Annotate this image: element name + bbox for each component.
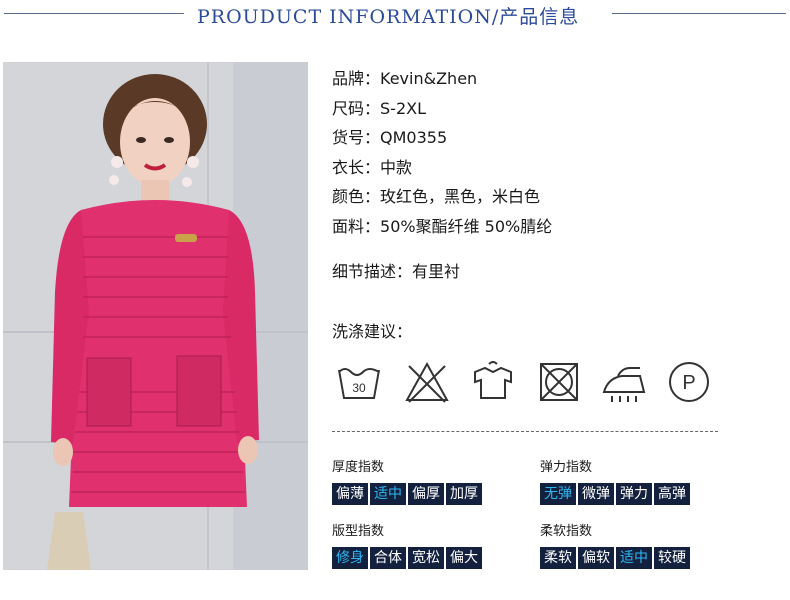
thickness-options: 偏薄 适中 偏厚 加厚 [332,483,482,505]
index-option: 微弹 [578,483,614,505]
index-option: 高弹 [654,483,690,505]
iron-icon [602,367,646,402]
info-row-size: 尺码：S-2XL [332,94,552,124]
info-value: QM0355 [380,128,448,147]
info-value: 玫红色，黑色，米白色 [380,187,541,206]
wash-30-icon: 30 [338,368,380,399]
hang-dry-icon [474,361,512,399]
softness-index: 柔软指数 柔软 偏软 适中 较硬 [540,520,690,569]
info-row-fabric: 面料：50%聚酯纤维 50%腈纶 [332,212,552,242]
dryclean-letter: P [682,372,695,394]
index-option: 柔软 [540,547,576,569]
detail-label: 细节描述： [332,262,413,281]
index-option: 合体 [370,547,406,569]
index-option-selected: 适中 [370,483,406,505]
info-value: 中款 [380,157,413,177]
index-option: 弹力 [616,483,652,505]
index-label: 厚度指数 [332,460,385,475]
elasticity-options: 无弹 微弹 弹力 高弹 [540,483,690,505]
index-option: 偏厚 [408,483,444,505]
no-bleach-icon [405,361,449,403]
index-option-selected: 无弹 [540,483,576,505]
index-label: 版型指数 [332,524,385,539]
info-label: 衣长： [332,157,381,177]
index-option: 加厚 [446,483,482,505]
index-option-selected: 修身 [332,547,368,569]
detail-value: 有里衬 [412,262,461,281]
elasticity-index: 弹力指数 无弹 微弹 弹力 高弹 [540,456,690,505]
info-value: Kevin&Zhen [380,69,478,88]
fit-index: 版型指数 修身 合体 宽松 偏大 [332,520,482,569]
model-illustration [3,62,308,570]
info-label: 面料： [332,216,381,236]
index-label: 弹力指数 [540,460,593,475]
info-row-color: 颜色：玫红色，黑色，米白色 [332,182,552,212]
section-header: PROUDUCT INFORMATION/产品信息 [0,0,790,30]
index-option: 宽松 [408,547,444,569]
care-icons: 30 P [335,358,715,408]
index-option: 偏薄 [332,483,368,505]
info-row-brand: 品牌：Kevin&Zhen [332,64,552,94]
thickness-index: 厚度指数 偏薄 适中 偏厚 加厚 [332,456,482,505]
header-rule-left [4,13,184,14]
info-label: 颜色： [332,187,381,206]
index-option: 较硬 [654,547,690,569]
index-option: 偏大 [446,547,482,569]
wash-temp-text: 30 [352,381,366,395]
info-label: 尺码： [332,98,381,118]
info-row-sku: 货号：QM0355 [332,123,552,153]
dry-clean-p-icon: P [669,362,709,402]
fit-options: 修身 合体 宽松 偏大 [332,547,482,569]
wash-advice-label: 洗涤建议： [332,322,413,341]
product-photo [3,62,308,570]
info-row-length: 衣长：中款 [332,153,552,183]
info-value: 50%聚酯纤维 50%腈纶 [380,216,553,236]
detail-description: 细节描述：有里衬 [332,258,460,282]
no-tumble-dry-icon [540,363,578,401]
index-option: 偏软 [578,547,614,569]
divider [332,431,718,432]
product-info-list: 品牌：Kevin&Zhen 尺码：S-2XL 货号：QM0355 衣长：中款 颜… [332,64,552,241]
header-rule-right [612,13,786,14]
page-title: PROUDUCT INFORMATION/产品信息 [197,6,580,28]
info-value: S-2XL [380,98,426,118]
softness-options: 柔软 偏软 适中 较硬 [540,547,690,569]
index-option-selected: 适中 [616,547,652,569]
info-label: 货号： [332,128,381,147]
index-label: 柔软指数 [540,524,593,539]
info-label: 品牌： [332,69,381,88]
